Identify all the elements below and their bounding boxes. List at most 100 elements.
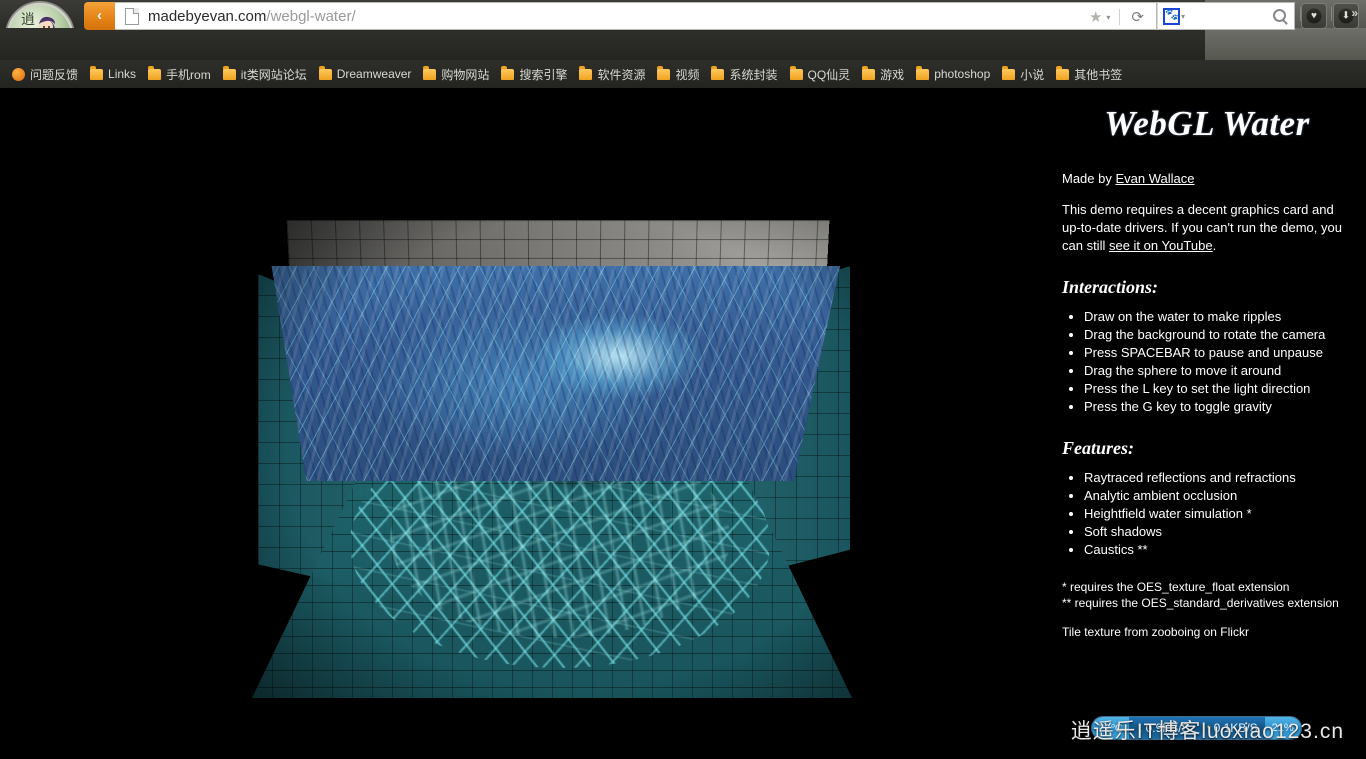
svg-text:逍: 逍 <box>21 12 35 28</box>
interactions-list: Draw on the water to make ripplesDrag th… <box>1084 308 1352 416</box>
omnibox-tools: ★ ▾ ⟳ <box>1086 3 1156 31</box>
interaction-item: Draw on the water to make ripples <box>1084 308 1352 326</box>
url-domain: madebyevan.com <box>148 7 267 25</box>
features-list: Raytraced reflections and refractionsAna… <box>1084 469 1352 559</box>
paw-icon[interactable] <box>1163 7 1180 25</box>
water-surface[interactable] <box>271 266 840 481</box>
feature-item: Analytic ambient occlusion <box>1084 487 1352 505</box>
folder-icon <box>862 65 876 80</box>
folder-icon <box>657 65 671 80</box>
made-by-line: Made by Evan Wallace <box>1062 170 1352 188</box>
chevron-down-icon[interactable]: ▾ <box>1180 12 1189 21</box>
cheetah-icon <box>12 67 25 81</box>
bookmark-label: 手机rom <box>166 67 211 82</box>
address-bar[interactable]: madebyevan.com/webgl-water/ ★ ▾ ⟳ <box>115 2 1157 30</box>
bookmark-label: 购物网站 <box>441 67 490 82</box>
url-path: /webgl-water/ <box>266 7 356 25</box>
toolbar-right-region <box>1205 28 1366 60</box>
footnote-block: * requires the OES_texture_float extensi… <box>1062 579 1352 611</box>
bookmark-label: Dreamweaver <box>336 67 412 81</box>
folder-icon <box>90 65 104 80</box>
bookmark-label: 游戏 <box>880 67 905 82</box>
bookmark-item[interactable]: 系统封装 <box>705 63 783 85</box>
folder-icon <box>711 65 725 80</box>
bookmark-item[interactable]: 游戏 <box>856 63 910 85</box>
bookmark-label: QQ仙灵 <box>807 67 851 82</box>
bookmark-label: it类网站论坛 <box>240 67 307 82</box>
intro-text-after: . <box>1212 238 1217 253</box>
folder-icon <box>318 65 332 80</box>
address-bar-url: madebyevan.com/webgl-water/ <box>148 8 356 25</box>
tile-texture-credit: Tile texture from zooboing on Flickr <box>1062 625 1249 639</box>
bookmark-item[interactable]: 软件资源 <box>573 63 651 85</box>
bookmark-label: 问题反馈 <box>30 67 79 82</box>
made-by-prefix: Made by <box>1062 171 1116 186</box>
bookmark-item[interactable]: 搜索引擎 <box>495 63 573 85</box>
intro-paragraph: This demo requires a decent graphics car… <box>1062 201 1352 255</box>
youtube-link[interactable]: see it on YouTube <box>1109 238 1213 253</box>
folder-icon <box>501 65 515 80</box>
features-heading: Features: <box>1062 438 1134 458</box>
folder-icon <box>1002 65 1016 80</box>
bookmark-item[interactable]: photoshop <box>910 63 996 85</box>
back-button[interactable]: ‹ <box>84 2 115 30</box>
author-link[interactable]: Evan Wallace <box>1115 171 1194 186</box>
bookmark-item[interactable]: 其他书签 <box>1050 63 1128 85</box>
bookmark-item[interactable]: Dreamweaver <box>313 63 418 85</box>
search-icon[interactable] <box>1273 9 1286 22</box>
footnote-1: * requires the OES_texture_float extensi… <box>1062 580 1290 594</box>
footnotes: * requires the OES_texture_float extensi… <box>1062 579 1352 640</box>
bookmark-item[interactable]: it类网站论坛 <box>217 63 313 85</box>
bookmark-label: 视频 <box>675 67 700 82</box>
bookmark-label: photoshop <box>934 67 991 81</box>
bookmark-label: 搜索引擎 <box>519 67 568 82</box>
watermark: 逍遥乐IT博客luoxiao123.cn <box>1070 720 1344 743</box>
interaction-item: Press SPACEBAR to pause and unpause <box>1084 344 1352 362</box>
bookmarks-bar: 问题反馈 Links 手机rom it类网站论坛 Dreamweaver 购物网站 搜索引擎… <box>0 60 1366 88</box>
feature-item: Caustics ** <box>1084 541 1352 559</box>
page-content: WebGL Water Made by Evan Wallace This de… <box>0 88 1366 759</box>
feature-item: Raytraced reflections and refractions <box>1084 469 1352 487</box>
folder-icon <box>1056 65 1070 80</box>
bookmarks-overflow-chevron-icon[interactable]: » <box>1351 6 1358 20</box>
interaction-item: Drag the sphere to move it around <box>1084 362 1352 380</box>
browser-window: 逍 遥 ↰ 猎豹浏览器 - 首款双... ✕ E WebGL Water ✕ +… <box>0 0 1366 759</box>
bookmark-label: 小说 <box>1020 67 1045 82</box>
interactions-heading: Interactions: <box>1062 277 1159 297</box>
shield-button[interactable]: ♥ <box>1301 3 1327 29</box>
folder-icon <box>916 65 930 80</box>
bookmark-item[interactable]: Links <box>84 63 142 85</box>
pool-3d-scene <box>240 188 920 718</box>
navigation-toolbar <box>0 28 1366 60</box>
bookmark-item[interactable]: 手机rom <box>142 63 217 85</box>
feature-item: Soft shadows <box>1084 523 1352 541</box>
folder-icon <box>222 65 236 80</box>
folder-icon <box>148 65 162 80</box>
bookmark-item[interactable]: 购物网站 <box>417 63 495 85</box>
feature-item: Heightfield water simulation * <box>1084 505 1352 523</box>
folder-icon <box>423 65 437 80</box>
bookmark-star-icon[interactable]: ★ <box>1086 8 1105 26</box>
interaction-item: Drag the background to rotate the camera <box>1084 326 1352 344</box>
reload-icon[interactable]: ⟳ <box>1125 8 1150 26</box>
divider <box>1119 9 1121 25</box>
bookmark-label: 系统封装 <box>729 67 778 82</box>
bookmark-item[interactable]: QQ仙灵 <box>784 63 857 85</box>
bookmark-item[interactable]: 问题反馈 <box>6 63 84 85</box>
webgl-water-canvas[interactable] <box>200 148 960 758</box>
page-title: WebGL Water <box>1104 104 1310 143</box>
bookmark-item[interactable]: 小说 <box>996 63 1050 85</box>
folder-icon <box>579 65 593 80</box>
interaction-item: Press the G key to toggle gravity <box>1084 398 1352 416</box>
bookmark-label: Links <box>108 67 137 81</box>
bookmark-label: 软件资源 <box>597 67 646 82</box>
chevron-down-icon[interactable]: ▾ <box>1105 13 1114 22</box>
info-panel: WebGL Water Made by Evan Wallace This de… <box>1062 104 1352 640</box>
search-box[interactable]: ▾ <box>1157 2 1295 30</box>
interaction-item: Press the L key to set the light directi… <box>1084 380 1352 398</box>
bookmark-label: 其他书签 <box>1074 67 1123 82</box>
folder-icon <box>789 65 803 80</box>
bookmark-item[interactable]: 视频 <box>651 63 705 85</box>
shield-icon: ♥ <box>1306 8 1322 24</box>
footnote-2: ** requires the OES_standard_derivatives… <box>1062 596 1339 610</box>
